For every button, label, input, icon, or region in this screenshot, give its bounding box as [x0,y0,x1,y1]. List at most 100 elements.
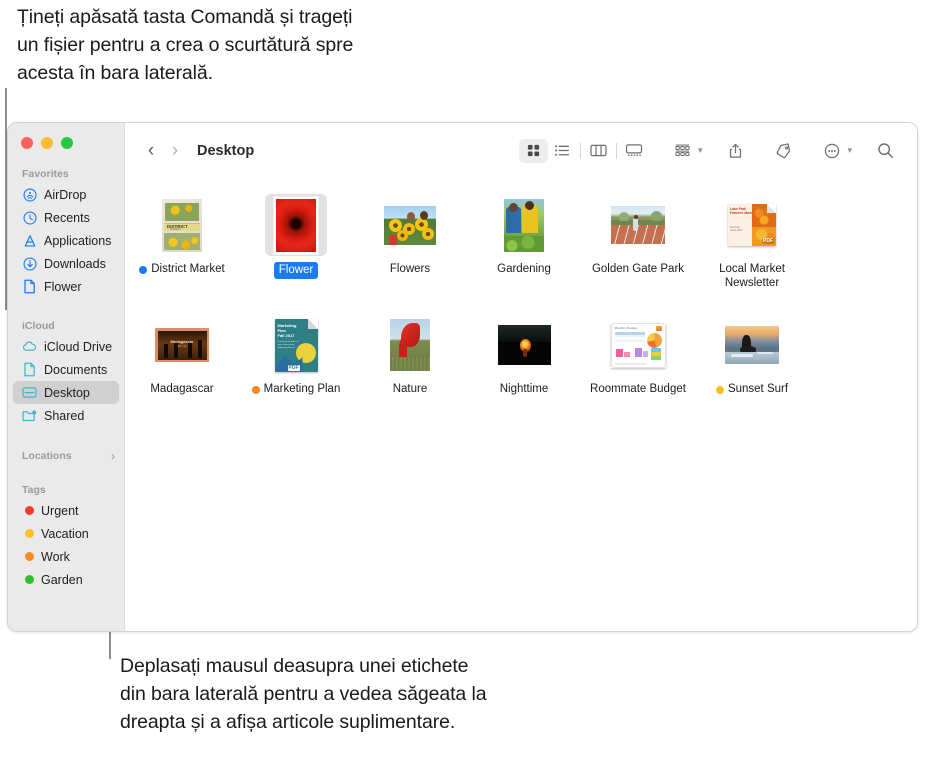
file-label-row: Sunset Surf [715,382,788,396]
file-thumbnail[interactable]: Marketing Plan Fall 2017 Lorem ipsum dolor… [265,314,327,376]
toolbar-separator-1 [579,142,581,159]
sidebar-item-work[interactable]: Work [13,545,119,568]
file-label-row: Flowers [390,262,430,276]
sidebar-item-desktop[interactable]: Desktop [13,381,119,404]
file-thumbnail[interactable]: Lake Park Farmers Market Summer Issue 2017… [721,194,783,256]
list-view-icon[interactable] [548,139,577,163]
forward-button[interactable]: › [163,138,187,164]
zoom-button[interactable] [61,137,73,149]
file-thumbnail[interactable] [379,314,441,376]
sidebar-item-applications[interactable]: Applications [13,229,119,252]
file-tag-dot [139,266,148,274]
tag-icon[interactable] [769,139,798,163]
file-name-label[interactable]: Nighttime [500,382,549,396]
sidebar-item-downloads[interactable]: Downloads [13,252,119,275]
back-button[interactable]: ‹ [139,138,163,164]
file-label-row: District Market [139,262,225,276]
chevron-down-icon: ▾ [697,145,703,155]
chevron-right-icon[interactable]: › [111,449,115,463]
file-thumbnail[interactable] [493,314,555,376]
toolbar-separator-2 [615,142,617,159]
file-item[interactable]: Nighttime [468,310,580,406]
minimize-button[interactable] [41,137,53,149]
file-label-row: Roommate Budget [590,382,686,396]
downloads-icon [22,256,37,271]
file-thumbnail[interactable]: Madagascar 2017 trip [151,314,213,376]
file-item[interactable]: Flowers [354,190,466,300]
file-thumbnail[interactable] [607,194,669,256]
tag-color-dot [25,552,34,561]
sidebar-item-flower[interactable]: Flower [13,275,119,298]
group-by-button[interactable]: ▾ [668,139,703,163]
sidebar-item-documents[interactable]: Documents [13,358,119,381]
sidebar-item-shared[interactable]: Shared [13,404,119,427]
file-item[interactable]: Sunset Surf [696,310,808,406]
file-name-label[interactable]: Marketing Plan [264,382,341,396]
file-label-row: Golden Gate Park [592,262,684,276]
file-label-row: Flower [273,262,319,279]
airdrop-icon [22,187,37,202]
file-name-label[interactable]: Flowers [390,262,430,276]
sidebar-item-garden[interactable]: Garden [13,568,119,591]
file-name-label[interactable]: Nature [393,382,428,396]
file-item[interactable]: Gardening [468,190,580,300]
finder-sidebar: Favorites AirDrop Recents Applications Downl… [8,123,125,631]
file-item[interactable]: Marketing Plan Fall 2017 Lorem ipsum dolor… [240,310,352,406]
file-name-label[interactable]: Roommate Budget [590,382,686,396]
file-label-row: Nature [393,382,428,396]
desktop-icon [22,385,37,400]
file-name-label[interactable]: Madagascar [150,382,213,396]
sidebar-section-icloud: iCloud iCloud Drive Documents Desktop Shared [8,320,124,427]
file-name-label[interactable]: Golden Gate Park [592,262,684,276]
group-by-icon[interactable] [668,139,697,163]
sidebar-item-vacation[interactable]: Vacation [13,522,119,545]
close-button[interactable] [21,137,33,149]
file-item[interactable]: Madagascar 2017 trip Madagascar [126,310,238,406]
sidebar-item-label: Downloads [44,256,106,271]
sidebar-section-title: Tags [22,484,46,496]
sidebar-item-label: iCloud Drive [44,339,113,354]
sidebar-item-airdrop[interactable]: AirDrop [13,183,119,206]
file-name-label[interactable]: Local Market Newsletter [698,262,806,290]
more-actions-button[interactable]: ▾ [817,139,852,163]
file-item[interactable]: Flower [240,190,352,300]
file-tag-dot [715,386,724,394]
file-name-label[interactable]: Sunset Surf [728,382,788,396]
finder-content-pane: ‹ › Desktop ▾ ▾ DISTRICT MARKET District… [125,123,917,631]
file-item[interactable]: Golden Gate Park [582,190,694,300]
gallery-view-icon[interactable] [620,139,649,163]
more-actions-icon[interactable] [817,139,846,163]
sidebar-section-header-favorites: Favorites [8,168,124,183]
file-label-row: Nighttime [500,382,549,396]
file-name-label[interactable]: Flower [273,262,319,279]
sidebar-item-label: Vacation [41,526,89,541]
sidebar-section-title: Favorites [22,168,69,180]
file-item[interactable]: DISTRICT MARKET District Market [126,190,238,300]
sidebar-item-recents[interactable]: Recents [13,206,119,229]
file-thumbnail[interactable] [721,314,783,376]
search-icon[interactable] [871,139,900,163]
sidebar-section-header-locations: Locations › [8,449,124,466]
icon-view-icon[interactable] [518,138,548,163]
file-thumbnail[interactable]: Monthly Budget [607,314,669,376]
file-item[interactable]: Lake Park Farmers Market Summer Issue 2017… [696,190,808,300]
chevron-down-icon: ▾ [847,145,852,155]
sidebar-item-urgent[interactable]: Urgent [13,499,119,522]
sidebar-item-icloud-drive[interactable]: iCloud Drive [13,335,119,358]
share-icon[interactable] [721,139,750,163]
file-thumbnail[interactable] [379,194,441,256]
file-name-label[interactable]: District Market [151,262,224,276]
file-thumbnail[interactable] [493,194,555,256]
file-thumbnail[interactable] [265,194,327,256]
file-item[interactable]: Nature [354,310,466,406]
sidebar-item-label: Recents [44,210,90,225]
file-item[interactable]: Monthly Budget Roommate Budget [582,310,694,406]
column-view-icon[interactable] [584,139,613,163]
sidebar-item-label: Shared [44,408,85,423]
file-name-label[interactable]: Gardening [497,262,551,276]
file-thumbnail[interactable]: DISTRICT MARKET [151,194,213,256]
tag-color-dot [25,506,34,515]
applications-icon [22,233,37,248]
finder-window: Favorites AirDrop Recents Applications Downl… [7,122,918,632]
document-icon [22,279,37,294]
